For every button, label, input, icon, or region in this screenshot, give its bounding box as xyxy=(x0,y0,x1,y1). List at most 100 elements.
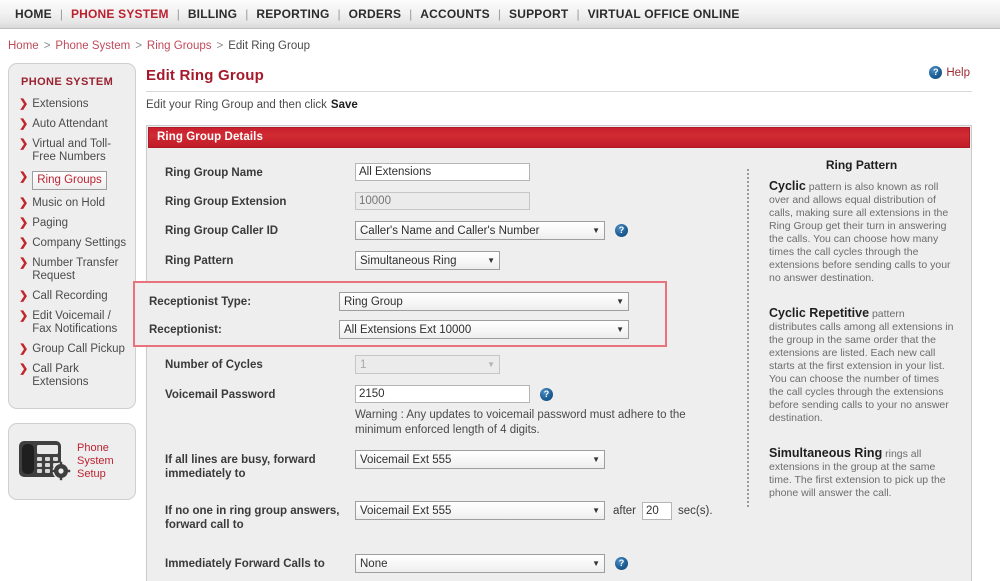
chevron-right-icon: ❯ xyxy=(19,197,29,209)
question-circle-icon[interactable]: ? xyxy=(615,557,628,570)
breadcrumb-item-ring-groups[interactable]: Ring Groups xyxy=(147,40,212,52)
field-row-ring-pattern: Ring Pattern Simultaneous Ring ▼ xyxy=(165,251,727,270)
sidebar-item-music-on-hold[interactable]: ❯ Music on Hold xyxy=(19,197,127,210)
chevron-right-icon: ❯ xyxy=(19,98,29,110)
ring-group-extension-input xyxy=(355,192,530,210)
ring-pattern-value: Simultaneous Ring xyxy=(360,254,457,267)
phone-system-setup-widget[interactable]: Phone System Setup xyxy=(8,423,136,500)
number-of-cycles-select: 1 ▼ xyxy=(355,355,500,374)
sidebar-item-label: Music on Hold xyxy=(32,197,106,209)
section-header-ring-group-details: Ring Group Details xyxy=(148,127,970,148)
sidebar-item-call-park-extensions[interactable]: ❯ Call Park Extensions xyxy=(19,363,127,389)
sidebar-item-company-settings[interactable]: ❯ Company Settings xyxy=(19,237,127,250)
receptionist-highlight-block: Receptionist Type: Ring Group ▼ Receptio… xyxy=(133,281,667,347)
voicemail-password-label: Voicemail Password xyxy=(165,389,276,401)
ring-group-name-input[interactable] xyxy=(355,163,530,181)
nav-item-orders[interactable]: ORDERS xyxy=(342,7,409,21)
save-action-word[interactable]: Save xyxy=(331,99,358,111)
nav-item-virtual-office-online[interactable]: VIRTUAL OFFICE ONLINE xyxy=(581,7,747,21)
sidebar-item-label: Virtual and Toll-Free Numbers xyxy=(32,138,112,163)
ring-pattern-select[interactable]: Simultaneous Ring ▼ xyxy=(355,251,500,270)
question-circle-icon: ? xyxy=(929,66,943,79)
help-keyword-cyclic: Cyclic xyxy=(769,179,806,193)
number-of-cycles-label: Number of Cycles xyxy=(165,359,263,371)
sidebar-item-label: Ring Groups xyxy=(32,171,107,190)
sidebar-menu: ❯ Extensions ❯ Auto Attendant ❯ Virtual … xyxy=(19,98,127,389)
field-row-no-answer-forward: If no one in ring group answers, forward… xyxy=(165,501,727,532)
page-body: PHONE SYSTEM ❯ Extensions ❯ Auto Attenda… xyxy=(0,57,1000,581)
ring-group-caller-id-select[interactable]: Caller's Name and Caller's Number ▼ xyxy=(355,221,605,240)
ring-group-form: Ring Group Name Ring Group Extension Rin… xyxy=(133,163,727,581)
chevron-right-icon: ❯ xyxy=(19,343,29,355)
help-entry-cyclic: Cyclic pattern is also known as roll ove… xyxy=(769,180,954,285)
sidebar-item-edit-voicemail-fax-notifications[interactable]: ❯ Edit Voicemail / Fax Notifications xyxy=(19,310,127,336)
nav-item-home[interactable]: HOME xyxy=(8,7,59,21)
breadcrumb-item-phone-system[interactable]: Phone System xyxy=(55,40,130,52)
chevron-right-icon: ❯ xyxy=(19,363,29,375)
immediate-forward-label: Immediately Forward Calls to xyxy=(165,558,325,570)
field-row-number-of-cycles: Number of Cycles 1 ▼ xyxy=(165,355,727,374)
busy-forward-select[interactable]: Voicemail Ext 555 ▼ xyxy=(355,450,605,469)
nav-item-support[interactable]: SUPPORT xyxy=(502,7,575,21)
help-link[interactable]: ? Help xyxy=(919,66,970,79)
question-circle-icon[interactable]: ? xyxy=(540,387,553,401)
nav-item-accounts[interactable]: ACCOUNTS xyxy=(413,7,497,21)
receptionist-type-select[interactable]: Ring Group ▼ xyxy=(339,292,629,311)
desk-phone-gear-icon xyxy=(15,435,71,488)
help-entry-simultaneous-ring: Simultaneous Ring rings all extensions i… xyxy=(769,447,954,500)
receptionist-value: All Extensions Ext 10000 xyxy=(344,323,472,336)
help-entry-cyclic-repetitive: Cyclic Repetitive pattern distributes ca… xyxy=(769,307,954,425)
sidebar-title: PHONE SYSTEM xyxy=(21,76,114,88)
field-row-receptionist-type: Receptionist Type: Ring Group ▼ xyxy=(149,292,665,311)
details-body: Ring Group Name Ring Group Extension Rin… xyxy=(133,149,971,581)
chevron-down-icon: ▼ xyxy=(592,455,600,464)
field-row-ring-group-name: Ring Group Name xyxy=(165,163,727,181)
breadcrumb-separator: > xyxy=(135,40,142,52)
no-answer-forward-select[interactable]: Voicemail Ext 555 ▼ xyxy=(355,501,605,520)
nav-item-phone-system[interactable]: PHONE SYSTEM xyxy=(64,7,176,21)
chevron-down-icon: ▼ xyxy=(592,559,600,568)
sidebar-item-virtual-and-toll-free-numbers[interactable]: ❯ Virtual and Toll-Free Numbers xyxy=(19,138,127,164)
sidebar-item-label: Number Transfer Request xyxy=(32,257,119,282)
chevron-down-icon: ▼ xyxy=(487,360,495,369)
sidebar-item-extensions[interactable]: ❯ Extensions xyxy=(19,98,127,111)
setup-line-2: System xyxy=(77,455,114,467)
sidebar-item-label: Call Recording xyxy=(32,290,108,302)
voicemail-password-input[interactable] xyxy=(355,385,530,403)
subtitle-text: Edit your Ring Group and then click xyxy=(146,99,327,111)
page-subtitle: Edit your Ring Group and then click Save xyxy=(146,99,1000,111)
immediate-forward-select[interactable]: None ▼ xyxy=(355,554,605,573)
chevron-right-icon: ❯ xyxy=(19,118,29,130)
receptionist-label: Receptionist: xyxy=(149,324,222,336)
chevron-down-icon: ▼ xyxy=(592,226,600,235)
receptionist-type-label: Receptionist Type: xyxy=(149,296,252,308)
sidebar-item-number-transfer-request[interactable]: ❯ Number Transfer Request xyxy=(19,257,127,283)
nav-item-billing[interactable]: BILLING xyxy=(181,7,244,21)
chevron-down-icon: ▼ xyxy=(616,325,624,334)
sidebar-panel: PHONE SYSTEM ❯ Extensions ❯ Auto Attenda… xyxy=(8,63,136,409)
sidebar-item-call-recording[interactable]: ❯ Call Recording xyxy=(19,290,127,303)
sidebar-item-ring-groups[interactable]: ❯ Ring Groups xyxy=(19,171,127,190)
immediate-forward-value: None xyxy=(360,557,388,570)
sidebar-item-label: Group Call Pickup xyxy=(32,343,125,355)
help-keyword-cyclic-repetitive: Cyclic Repetitive xyxy=(769,306,870,320)
receptionist-block-spacer: Receptionist Type: Ring Group ▼ Receptio… xyxy=(133,281,727,347)
no-answer-seconds-input[interactable] xyxy=(642,501,673,520)
vertical-dotted-divider xyxy=(747,169,749,507)
chevron-right-icon: ❯ xyxy=(19,257,29,269)
ring-group-caller-id-label: Ring Group Caller ID xyxy=(165,225,279,237)
sidebar-item-auto-attendant[interactable]: ❯ Auto Attendant xyxy=(19,118,127,131)
sidebar-item-group-call-pickup[interactable]: ❯ Group Call Pickup xyxy=(19,343,127,356)
main-navigation-bar: HOME | PHONE SYSTEM | BILLING | REPORTIN… xyxy=(0,0,1000,29)
receptionist-select[interactable]: All Extensions Ext 10000 ▼ xyxy=(339,320,629,339)
breadcrumb-item-home[interactable]: Home xyxy=(8,40,39,52)
ring-group-extension-label: Ring Group Extension xyxy=(165,196,287,208)
help-link-label: Help xyxy=(946,66,970,79)
sidebar-item-paging[interactable]: ❯ Paging xyxy=(19,217,127,230)
question-circle-icon[interactable]: ? xyxy=(615,224,628,237)
number-of-cycles-value: 1 xyxy=(360,358,367,371)
sidebar-item-label: Extensions xyxy=(32,98,89,110)
breadcrumb-separator: > xyxy=(43,40,51,52)
field-row-busy-forward: If all lines are busy, forward immediate… xyxy=(165,450,727,481)
nav-item-reporting[interactable]: REPORTING xyxy=(249,7,336,21)
